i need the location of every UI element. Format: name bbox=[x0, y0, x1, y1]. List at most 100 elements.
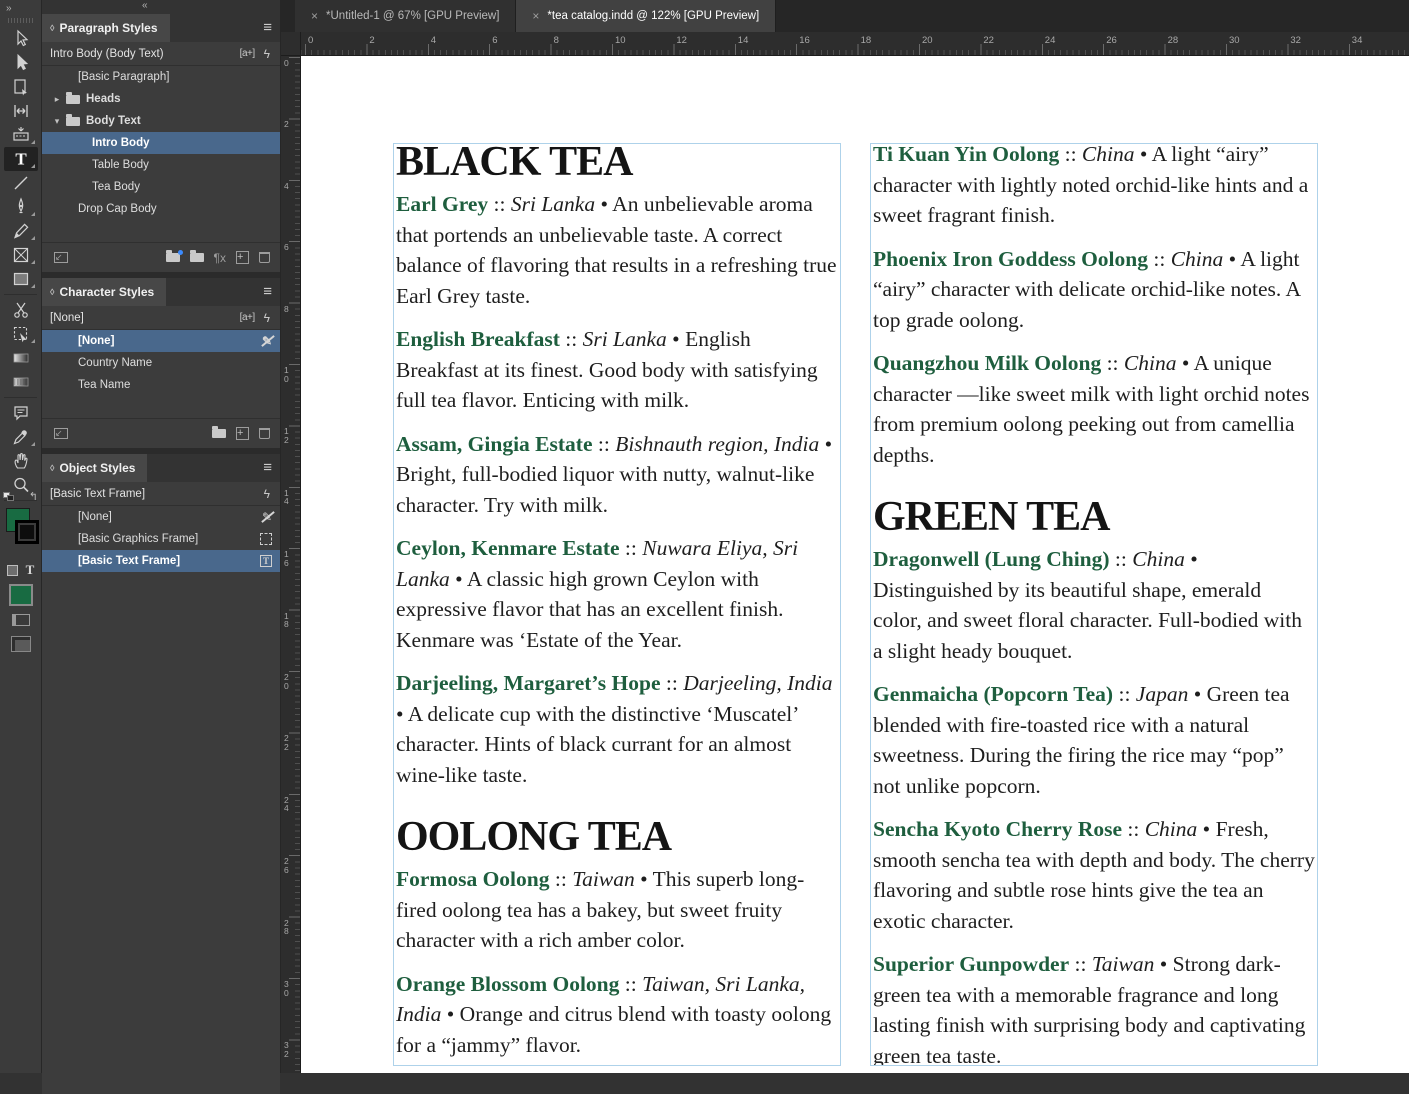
formatting-affects-text-icon[interactable]: T bbox=[26, 562, 35, 578]
style-row[interactable]: [Basic Paragraph] bbox=[42, 66, 280, 88]
tea-entry[interactable]: Quangzhou Milk Oolong :: China • A uniqu… bbox=[873, 348, 1315, 470]
caret-expanded-icon[interactable]: ▾ bbox=[50, 116, 64, 127]
tea-entry[interactable]: Phoenix Iron Goddess Oolong :: China • A… bbox=[873, 244, 1315, 336]
delete-style-icon[interactable] bbox=[259, 428, 270, 439]
tea-entry[interactable]: Superior Gunpowder :: Taiwan • Strong da… bbox=[873, 949, 1315, 1066]
frame-tool[interactable] bbox=[4, 243, 38, 267]
style-override-icon: [a+] bbox=[240, 312, 255, 323]
horizontal-ruler[interactable]: 0246810121416182022242628303234 bbox=[281, 32, 1409, 56]
free-transform-tool[interactable] bbox=[4, 322, 38, 346]
dock-collapse-icon[interactable]: « bbox=[42, 0, 280, 14]
line-tool[interactable] bbox=[4, 171, 38, 195]
tea-origin: Darjeeling, India bbox=[683, 671, 832, 695]
formatting-affects-container-icon[interactable] bbox=[7, 565, 18, 576]
object-styles-tab[interactable]: ◊ Object Styles bbox=[42, 454, 147, 482]
swap-fill-stroke-icon[interactable]: ↰ bbox=[29, 490, 38, 503]
svg-text:T: T bbox=[15, 150, 27, 169]
delete-style-icon[interactable] bbox=[259, 252, 270, 263]
load-styles-icon[interactable]: ↙ bbox=[54, 252, 68, 263]
scissors-tool[interactable] bbox=[4, 298, 38, 322]
style-row[interactable]: [None]✎ bbox=[42, 330, 280, 352]
style-row[interactable]: Tea Body bbox=[42, 176, 280, 198]
tea-entry[interactable]: Assam, Gingia Estate :: Bishnauth region… bbox=[396, 429, 838, 521]
pen-tool[interactable] bbox=[4, 195, 38, 219]
create-new-style-icon[interactable]: + bbox=[236, 427, 249, 440]
apply-color-button[interactable] bbox=[9, 584, 33, 606]
new-style-group-icon[interactable] bbox=[212, 429, 226, 438]
tea-origin: Japan bbox=[1136, 682, 1189, 706]
note-tool[interactable] bbox=[4, 401, 38, 425]
tea-entry[interactable]: English Breakfast :: Sri Lanka • English… bbox=[396, 324, 838, 416]
style-row[interactable]: [None]✎ bbox=[42, 506, 280, 528]
tab-tea-catalog[interactable]: × *tea catalog.indd @ 122% [GPU Preview] bbox=[516, 0, 776, 32]
type-tool[interactable]: T bbox=[4, 147, 38, 171]
ruler-tick-label: 0 bbox=[308, 35, 313, 46]
vertical-ruler[interactable]: 024681 01 21 41 61 82 02 22 42 62 83 03 … bbox=[281, 56, 301, 1073]
selection-tool[interactable] bbox=[4, 27, 38, 51]
gap-tool[interactable] bbox=[4, 99, 38, 123]
style-row[interactable]: Intro Body bbox=[42, 132, 280, 154]
ruler-tick-label: 2 6 bbox=[284, 857, 289, 874]
tea-name: Dragonwell (Lung Ching) bbox=[873, 547, 1110, 571]
eyedropper-tool[interactable] bbox=[4, 425, 38, 449]
section-heading[interactable]: GREEN TEA bbox=[873, 494, 1315, 540]
clear-overrides-icon[interactable]: ¶x bbox=[214, 251, 226, 265]
paragraph-styles-tab[interactable]: ◊ Paragraph Styles bbox=[42, 14, 170, 42]
ruler-tick-label: 3 2 bbox=[284, 1041, 289, 1058]
create-new-style-icon[interactable]: + bbox=[236, 251, 249, 264]
gradient-feather-tool[interactable] bbox=[4, 370, 38, 394]
text-frame-left-column[interactable]: BLACK TEAEarl Grey :: Sri Lanka • An unb… bbox=[393, 143, 841, 1066]
content-collector-tool[interactable] bbox=[4, 123, 38, 147]
toolbar-expand-icon[interactable]: » bbox=[0, 0, 41, 16]
lightning-icon: ϟ bbox=[264, 487, 270, 501]
panel-menu-icon[interactable]: ≡ bbox=[263, 19, 272, 36]
pencil-tool[interactable] bbox=[4, 219, 38, 243]
text-frame-right-column[interactable]: Ti Kuan Yin Oolong :: China • A light “a… bbox=[870, 143, 1318, 1066]
tea-entry[interactable]: Ceylon, Kenmare Estate :: Nuwara Eliya, … bbox=[396, 533, 838, 655]
view-options-icon[interactable] bbox=[12, 614, 30, 626]
style-group-options-icon[interactable] bbox=[166, 253, 180, 262]
rectangle-tool[interactable] bbox=[4, 267, 38, 291]
tea-entry[interactable]: Earl Grey :: Sri Lanka • An unbelievable… bbox=[396, 189, 838, 311]
tea-entry[interactable]: Ti Kuan Yin Oolong :: China • A light “a… bbox=[873, 143, 1315, 231]
style-row[interactable]: Drop Cap Body bbox=[42, 198, 280, 220]
style-row[interactable]: [Basic Graphics Frame] bbox=[42, 528, 280, 550]
panel-menu-icon[interactable]: ≡ bbox=[263, 283, 272, 300]
default-fill-stroke-icon[interactable] bbox=[3, 492, 15, 502]
hand-tool[interactable] bbox=[4, 449, 38, 473]
page-tool[interactable] bbox=[4, 75, 38, 99]
tab-untitled-1[interactable]: × *Untitled-1 @ 67% [GPU Preview] bbox=[295, 0, 516, 32]
close-tab-icon[interactable]: × bbox=[311, 9, 318, 23]
tea-entry[interactable]: Formosa Oolong :: Taiwan • This superb l… bbox=[396, 864, 838, 956]
tea-entry[interactable]: Sencha Kyoto Cherry Rose :: China • Fres… bbox=[873, 814, 1315, 936]
toolbar-grip[interactable] bbox=[8, 18, 34, 23]
style-row[interactable]: ▸Heads bbox=[42, 88, 280, 110]
screen-mode-icon[interactable] bbox=[11, 636, 31, 652]
ruler-corner[interactable] bbox=[281, 32, 301, 56]
caret-collapsed-icon[interactable]: ▸ bbox=[50, 94, 64, 105]
new-style-group-icon[interactable] bbox=[190, 253, 204, 262]
style-name: [Basic Paragraph] bbox=[42, 71, 169, 83]
section-heading[interactable]: BLACK TEA bbox=[396, 143, 838, 185]
section-heading[interactable]: OOLONG TEA bbox=[396, 814, 838, 860]
panel-menu-icon[interactable]: ≡ bbox=[263, 459, 272, 476]
direct-selection-tool[interactable] bbox=[4, 51, 38, 75]
stroke-color-swatch[interactable] bbox=[15, 520, 39, 544]
style-row[interactable]: Country Name bbox=[42, 352, 280, 374]
ruler-tick-label: 34 bbox=[1352, 35, 1363, 46]
tea-entry[interactable]: Darjeeling, Margaret’s Hope :: Darjeelin… bbox=[396, 668, 838, 790]
load-styles-icon[interactable]: ↙ bbox=[54, 428, 68, 439]
style-row[interactable]: [Basic Text Frame]T bbox=[42, 550, 280, 572]
style-row[interactable]: Table Body bbox=[42, 154, 280, 176]
close-tab-icon[interactable]: × bbox=[532, 9, 539, 23]
style-row[interactable]: Tea Name bbox=[42, 374, 280, 396]
ruler-tick-label: 2 4 bbox=[284, 796, 289, 813]
gradient-tool[interactable] bbox=[4, 346, 38, 370]
character-styles-tab[interactable]: ◊ Character Styles bbox=[42, 278, 166, 306]
tea-entry[interactable]: Genmaicha (Popcorn Tea) :: Japan • Green… bbox=[873, 679, 1315, 801]
tea-entry[interactable]: Orange Blossom Oolong :: Taiwan, Sri Lan… bbox=[396, 969, 838, 1061]
document-tab-bar: × *Untitled-1 @ 67% [GPU Preview] × *tea… bbox=[281, 0, 1409, 32]
ruler-tick-label: 14 bbox=[738, 35, 749, 46]
style-row[interactable]: ▾Body Text bbox=[42, 110, 280, 132]
tea-entry[interactable]: Dragonwell (Lung Ching) :: China • Disti… bbox=[873, 544, 1315, 666]
